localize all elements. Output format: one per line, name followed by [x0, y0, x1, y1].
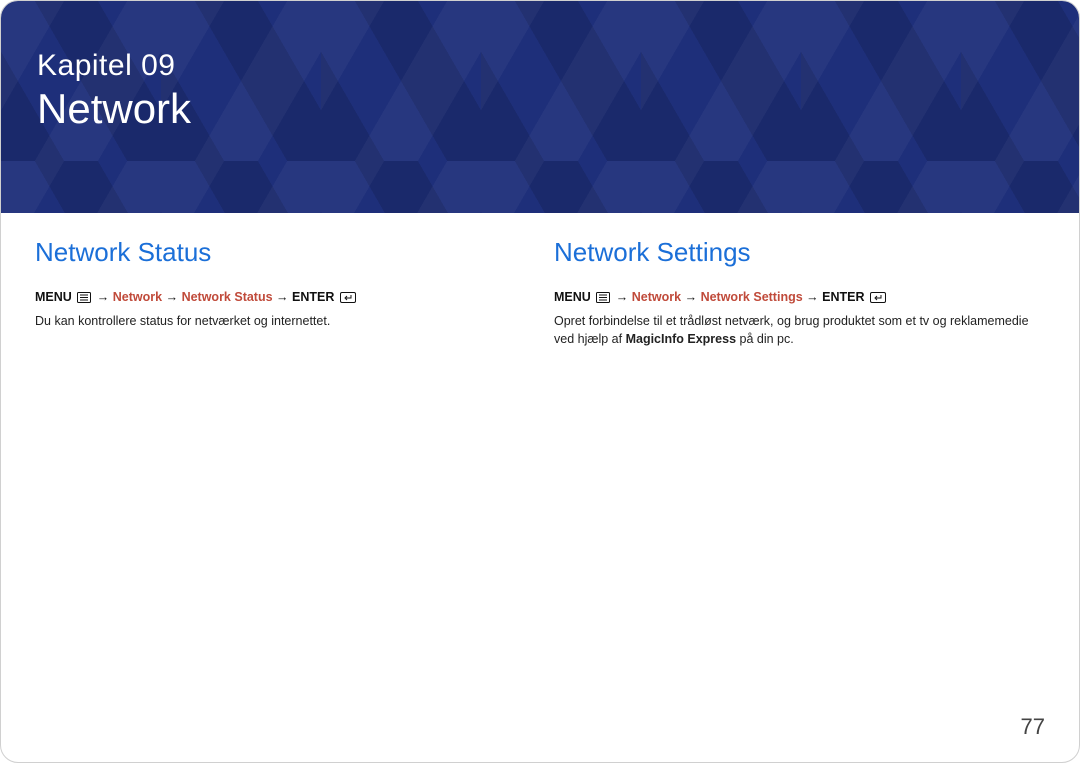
- enter-label: ENTER: [822, 290, 864, 304]
- path-network-settings: Network Settings: [701, 290, 803, 304]
- arrow: →: [276, 290, 289, 304]
- section-description: Opret forbindelse til et trådløst netvær…: [554, 312, 1045, 348]
- magicinfo-express: MagicInfo Express: [626, 332, 736, 346]
- enter-label: ENTER: [292, 290, 334, 304]
- content-area: Network Status MENU → Network → Network …: [1, 213, 1079, 348]
- path-network: Network: [113, 290, 162, 304]
- arrow: →: [616, 290, 629, 304]
- network-status-section: Network Status MENU → Network → Network …: [35, 237, 526, 348]
- chapter-banner: Kapitel 09 Network: [1, 1, 1079, 213]
- menu-path: MENU → Network → Network Status → ENTER: [35, 290, 526, 304]
- path-network-status: Network Status: [182, 290, 273, 304]
- menu-label: MENU: [35, 290, 72, 304]
- chapter-title: Network: [37, 85, 1043, 133]
- section-heading: Network Settings: [554, 237, 1045, 268]
- menu-label: MENU: [554, 290, 591, 304]
- page: Kapitel 09 Network Network Status MENU →…: [0, 0, 1080, 763]
- enter-icon: [340, 292, 356, 303]
- enter-icon: [870, 292, 886, 303]
- menu-icon: [596, 292, 610, 303]
- arrow: →: [806, 290, 819, 304]
- arrow: →: [685, 290, 698, 304]
- menu-path: MENU → Network → Network Settings → ENTE…: [554, 290, 1045, 304]
- network-settings-section: Network Settings MENU → Network → Networ…: [554, 237, 1045, 348]
- section-description: Du kan kontrollere status for netværket …: [35, 312, 526, 330]
- arrow: →: [97, 290, 110, 304]
- desc-text: på din pc.: [736, 332, 794, 346]
- chapter-label: Kapitel 09: [37, 49, 1043, 83]
- path-network: Network: [632, 290, 681, 304]
- section-heading: Network Status: [35, 237, 526, 268]
- page-number: 77: [1021, 714, 1045, 740]
- arrow: →: [166, 290, 179, 304]
- menu-icon: [77, 292, 91, 303]
